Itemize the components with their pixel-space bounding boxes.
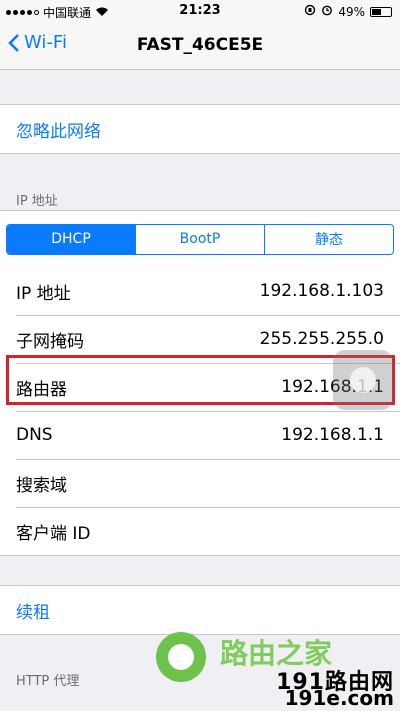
dns-row[interactable]: DNS 192.168.1.1 — [0, 411, 400, 459]
status-bar: 中国联通 21:23 49% — [0, 0, 400, 22]
row-label: IP 地址 — [16, 283, 71, 304]
orientation-lock-icon — [304, 4, 316, 19]
assistive-touch-icon — [350, 367, 376, 393]
row-label: 客户端 ID — [16, 523, 91, 544]
segment-static[interactable]: 静态 — [264, 224, 393, 254]
search-domain-row[interactable]: 搜索域 — [0, 459, 400, 507]
row-value: 192.168.1.103 — [259, 281, 384, 301]
ip-mode-segmented-control: DHCP BootP 静态 — [6, 223, 394, 255]
row-label: 搜索域 — [16, 475, 67, 496]
row-value: 255.255.255.0 — [259, 329, 384, 349]
page-title: FAST_46CE5E — [136, 35, 264, 55]
watermark-logo-icon — [156, 632, 206, 682]
assistive-touch-button[interactable] — [333, 350, 393, 410]
forget-network-button[interactable]: 忽略此网络 — [0, 105, 400, 153]
battery-percent: 49% — [338, 4, 365, 19]
forget-network-group: 忽略此网络 — [0, 104, 400, 154]
alarm-icon — [321, 4, 333, 19]
row-label: 子网掩码 — [16, 331, 84, 352]
navigation-bar: Wi-Fi FAST_46CE5E — [0, 22, 400, 70]
ip-mode-segmented-wrap: DHCP BootP 静态 — [0, 211, 400, 267]
segment-bootp[interactable]: BootP — [135, 224, 264, 254]
ip-address-row: IP 地址 192.168.1.103 — [0, 267, 400, 315]
battery-icon — [370, 6, 392, 17]
row-value: 192.168.1.1 — [281, 425, 384, 445]
watermark: 路由之家 191路由网 191e.com — [150, 622, 400, 711]
ip-section-header: IP 地址 — [16, 194, 58, 209]
http-proxy-header: HTTP 代理 — [16, 674, 80, 689]
client-id-row[interactable]: 客户端 ID — [0, 507, 400, 555]
watermark-url: 191e.com — [284, 686, 394, 710]
segment-dhcp[interactable]: DHCP — [7, 224, 135, 254]
battery-fill — [372, 8, 381, 15]
row-label: DNS — [16, 425, 53, 445]
status-right: 49% — [304, 4, 392, 19]
